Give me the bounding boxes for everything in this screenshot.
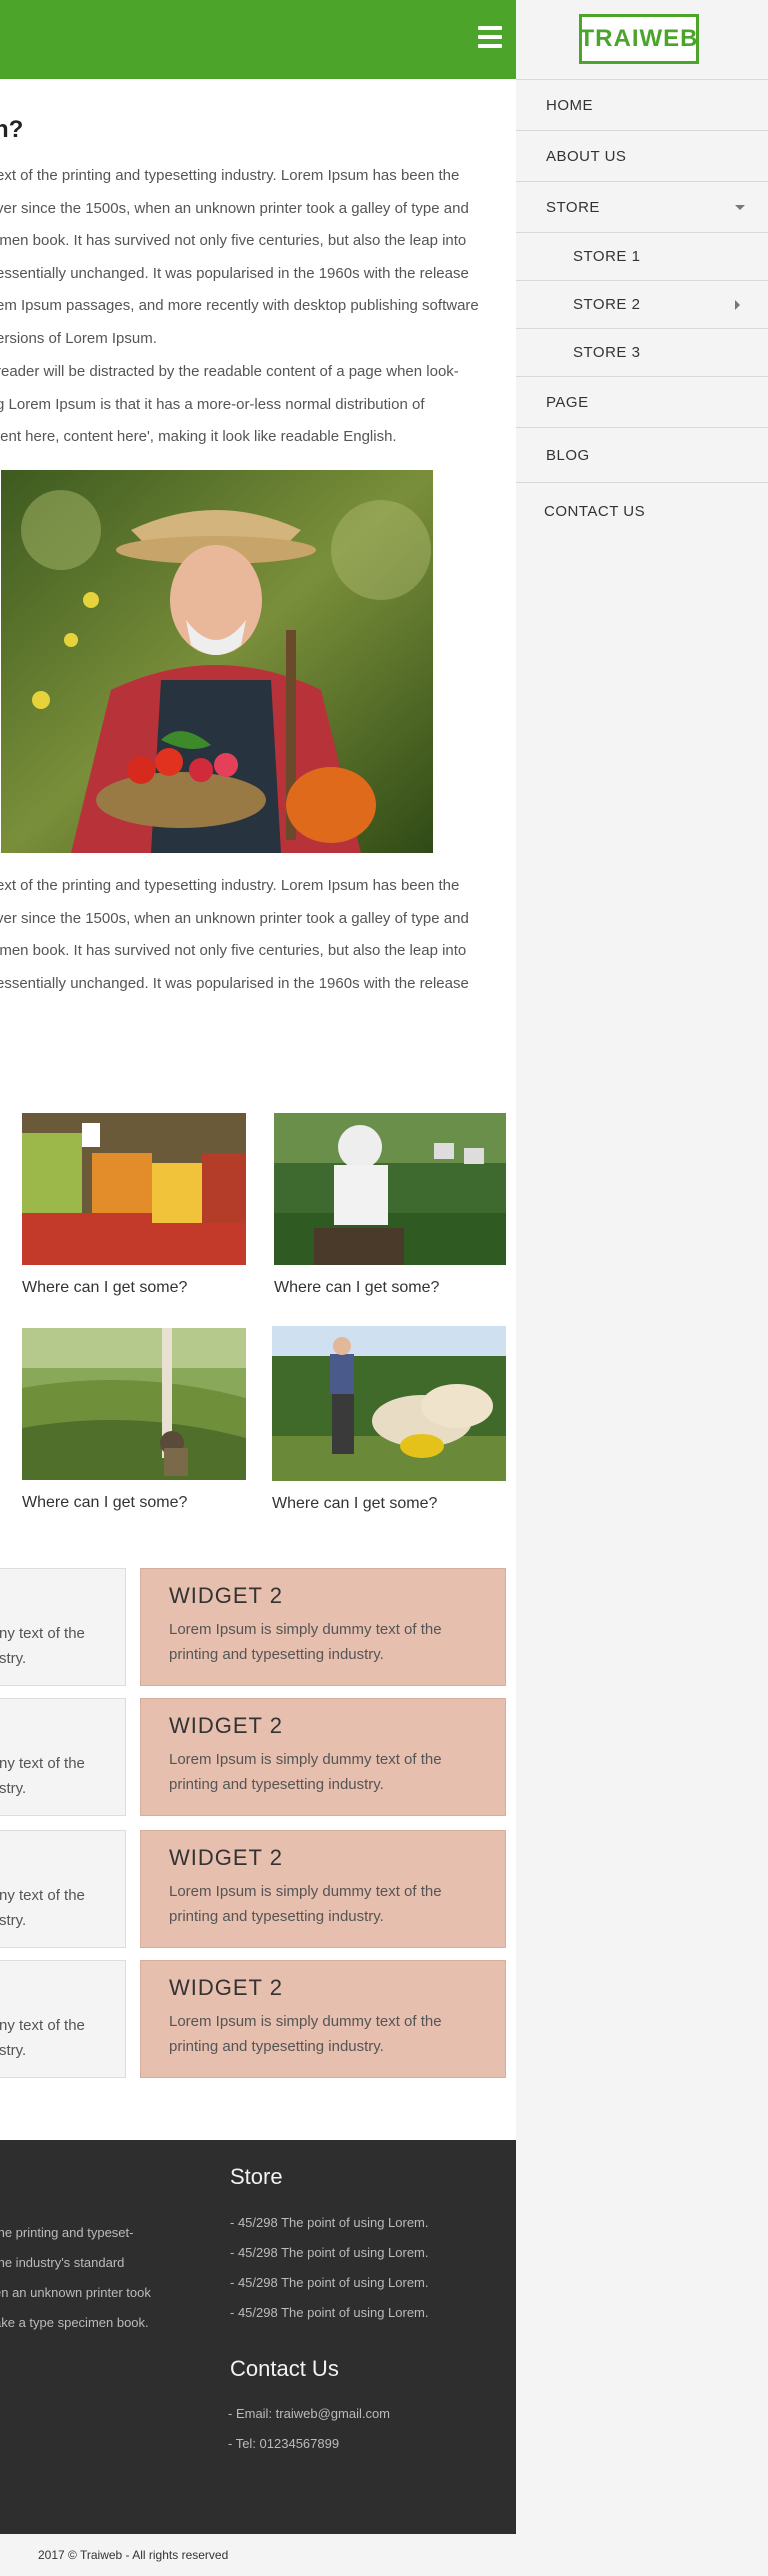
widget-left: ny text of the stry. [0, 1960, 126, 2078]
gallery-caption[interactable]: Where can I get some? [22, 1279, 246, 1297]
gallery-image-market[interactable] [22, 1113, 246, 1265]
gallery-item[interactable]: Where can I get some? [272, 1326, 506, 1513]
page: n? ext of the printing and typesetting i… [0, 0, 768, 2576]
menu-item-home[interactable]: HOME [516, 79, 768, 130]
widget-title: WIDGET 2 [169, 1845, 283, 1870]
side-menu-list: HOME ABOUT US STORE STORE 1 STORE 2 STOR… [516, 79, 768, 539]
footer-store-item[interactable]: - 45/298 The point of using Lorem. [230, 2238, 429, 2268]
article-paragraph-1: ext of the printing and typesetting indu… [0, 167, 479, 347]
gallery-image-rice-field[interactable] [22, 1328, 246, 1480]
gallery-item[interactable]: Where can I get some? [22, 1113, 246, 1297]
copyright-bar: 2017 © Traiweb - All rights reserved [0, 2534, 768, 2576]
footer-store-item[interactable]: - 45/298 The point of using Lorem. [230, 2268, 429, 2298]
gallery-image-beekeeper[interactable] [274, 1113, 506, 1265]
widget-title: WIDGET 2 [169, 1713, 283, 1738]
copyright-text: 2017 © Traiweb - All rights reserved [38, 2548, 229, 2562]
footer-store-item[interactable]: - 45/298 The point of using Lorem. [230, 2208, 429, 2238]
widget-2: WIDGET 2 Lorem Ipsum is simply dummy tex… [140, 1698, 506, 1816]
menu-item-store[interactable]: STORE [516, 181, 768, 232]
article-paragraph-2: reader will be distracted by the readabl… [0, 363, 459, 445]
footer-store-title: Store [230, 2164, 283, 2189]
widget-2: WIDGET 2 Lorem Ipsum is simply dummy tex… [140, 1830, 506, 1948]
caret-down-icon[interactable] [735, 205, 745, 210]
footer-contact-list: - Email: traiweb@gmail.com - Tel: 012345… [228, 2399, 390, 2459]
widget-left: ny text of the stry. [0, 1698, 126, 1816]
footer-store-item[interactable]: - 45/298 The point of using Lorem. [230, 2298, 429, 2328]
menu-item-page[interactable]: PAGE [516, 376, 768, 427]
menu-item-store-3[interactable]: STORE 3 [516, 328, 768, 376]
footer-about-text: the printing and typeset- the industry's… [0, 2225, 151, 2330]
caret-right-icon[interactable] [735, 300, 740, 310]
widget-title: WIDGET 2 [169, 1583, 283, 1608]
widget-text: Lorem Ipsum is simply dummy text of the … [169, 1751, 442, 1793]
gallery-image-farmer-cows[interactable] [272, 1326, 506, 1481]
header-bar [0, 0, 516, 79]
menu-item-store-1[interactable]: STORE 1 [516, 232, 768, 280]
widget-left: ny text of the stry. [0, 1568, 126, 1686]
widget-text: Lorem Ipsum is simply dummy text of the … [169, 1883, 442, 1925]
gallery-caption[interactable]: Where can I get some? [274, 1279, 498, 1297]
footer-contact-title: Contact Us [230, 2356, 339, 2381]
hero-farmer-image [1, 470, 433, 853]
gallery-item[interactable]: Where can I get some? [274, 1113, 506, 1297]
menu-item-about-us[interactable]: ABOUT US [516, 130, 768, 181]
main-content: n? ext of the printing and typesetting i… [0, 0, 516, 2576]
article-paragraph-3: ext of the printing and typesetting indu… [0, 877, 469, 992]
widget-2: WIDGET 2 Lorem Ipsum is simply dummy tex… [140, 1568, 506, 1686]
widget-2: WIDGET 2 Lorem Ipsum is simply dummy tex… [140, 1960, 506, 2078]
gallery-caption[interactable]: Where can I get some? [22, 1494, 246, 1512]
menu-item-blog[interactable]: BLOG [516, 427, 768, 483]
menu-item-store-2[interactable]: STORE 2 [516, 280, 768, 328]
gallery-item[interactable]: Where can I get some? [22, 1328, 246, 1512]
widget-left: ny text of the stry. [0, 1830, 126, 1948]
footer-phone[interactable]: - Tel: 01234567899 [228, 2429, 390, 2459]
footer-store-list: - 45/298 The point of using Lorem. - 45/… [230, 2208, 429, 2328]
footer-email[interactable]: - Email: traiweb@gmail.com [228, 2399, 390, 2429]
gallery-caption[interactable]: Where can I get some? [272, 1495, 496, 1513]
widget-text: Lorem Ipsum is simply dummy text of the … [169, 1621, 442, 1663]
side-menu: TRAIWEB HOME ABOUT US STORE STORE 1 STOR… [516, 0, 768, 2534]
menu-item-contact-us[interactable]: CONTACT US [516, 483, 768, 539]
hamburger-icon[interactable] [478, 26, 504, 50]
logo[interactable]: TRAIWEB [579, 14, 699, 64]
logo-text: TRAIWEB [579, 25, 699, 52]
footer: the printing and typeset- the industry's… [0, 2140, 516, 2534]
article-title: n? [0, 116, 24, 143]
widget-title: WIDGET 2 [169, 1975, 283, 2000]
widget-text: Lorem Ipsum is simply dummy text of the … [169, 2013, 442, 2055]
